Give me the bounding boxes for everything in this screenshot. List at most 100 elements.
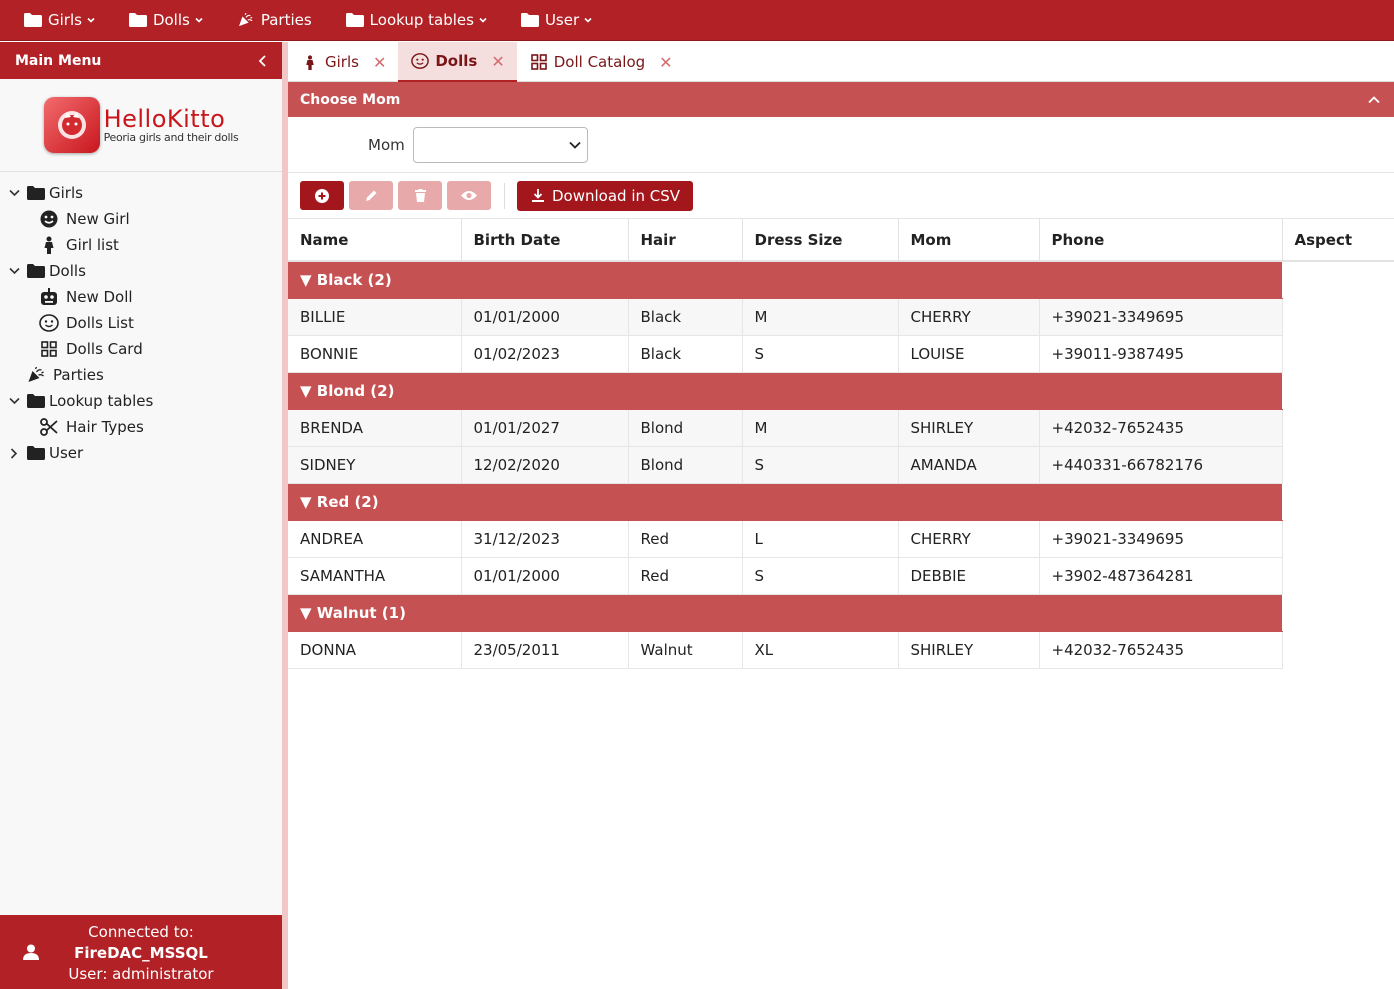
mom-select[interactable] bbox=[412, 126, 588, 163]
close-tab-icon[interactable]: ✕ bbox=[373, 53, 386, 72]
app-logo: HelloKitto Peoria girls and their dolls bbox=[0, 79, 282, 172]
table-row[interactable]: SIDNEY 12/02/2020 Blond S AMANDA +440331… bbox=[288, 446, 1394, 484]
download-csv-label: Download in CSV bbox=[552, 186, 681, 205]
grid-icon bbox=[41, 341, 57, 357]
cell-mom: AMANDA bbox=[898, 446, 1040, 484]
chevron-right-icon[interactable] bbox=[10, 447, 18, 459]
tree-node-lookup-tables[interactable]: Lookup tables bbox=[0, 388, 282, 414]
cell-hair: Walnut bbox=[628, 631, 743, 669]
tree-item-new-doll[interactable]: New Doll bbox=[0, 284, 282, 310]
tree-node-user[interactable]: User bbox=[0, 440, 282, 466]
tree-label-dolls: Dolls bbox=[49, 262, 86, 280]
column-header-name[interactable]: Name bbox=[288, 219, 462, 262]
group-expand-icon[interactable]: ▼ bbox=[300, 271, 317, 289]
tree-item-hair-types[interactable]: Hair Types bbox=[0, 414, 282, 440]
plus-circle-icon bbox=[315, 188, 329, 203]
chevron-down-icon[interactable] bbox=[8, 189, 20, 197]
group-expand-icon[interactable]: ▼ bbox=[300, 382, 317, 400]
table-row[interactable]: ANDREA 31/12/2023 Red L CHERRY +39021-33… bbox=[288, 520, 1394, 558]
tree-item-dolls-list[interactable]: Dolls List bbox=[0, 310, 282, 336]
tree-item-new-girl[interactable]: New Girl bbox=[0, 206, 282, 232]
column-header-birth-date[interactable]: Birth Date bbox=[461, 219, 629, 262]
column-header-mom[interactable]: Mom bbox=[898, 219, 1040, 262]
chevron-up-icon[interactable] bbox=[1368, 95, 1380, 104]
topmenu-user-label: User bbox=[544, 11, 580, 29]
tab-dolls-label: Dolls bbox=[435, 52, 478, 70]
cell-dress-size: M bbox=[742, 298, 899, 336]
cell-hair: Red bbox=[628, 520, 743, 558]
cell-birth-date: 31/12/2023 bbox=[461, 520, 629, 558]
filter-row: Mom bbox=[288, 117, 1394, 173]
connection-name: FireDAC_MSSQL bbox=[74, 944, 208, 962]
table-row[interactable]: DONNA 23/05/2011 Walnut XL SHIRLEY +4203… bbox=[288, 631, 1394, 669]
table-row[interactable]: SAMANTHA 01/01/2000 Red S DEBBIE +3902-4… bbox=[288, 557, 1394, 595]
tree-node-girls[interactable]: Girls bbox=[0, 180, 282, 206]
party-icon bbox=[238, 13, 253, 27]
topmenu-dolls[interactable]: Dolls bbox=[105, 0, 203, 41]
group-row[interactable]: ▼ Walnut (1) bbox=[288, 594, 1394, 632]
cell-dress-size: L bbox=[742, 520, 899, 558]
close-tab-icon[interactable]: ✕ bbox=[491, 52, 504, 71]
column-header-dress-size[interactable]: Dress Size bbox=[742, 219, 899, 262]
group-expand-icon[interactable]: ▼ bbox=[300, 604, 317, 622]
topmenu-lookup-tables[interactable]: Lookup tables bbox=[322, 0, 487, 41]
table-row[interactable]: BRENDA 01/01/2027 Blond M SHIRLEY +42032… bbox=[288, 409, 1394, 447]
topmenu-user[interactable]: User bbox=[497, 0, 592, 41]
grid-toolbar: Download in CSV bbox=[288, 173, 1394, 219]
dolls-grid: Name Birth Date Hair Dress Size Mom Phon… bbox=[288, 219, 1394, 669]
logo-subtitle: Peoria girls and their dolls bbox=[103, 130, 239, 144]
top-menu-bar: Girls Dolls Parties Lookup tables User bbox=[0, 0, 1394, 41]
tree-item-dolls-card[interactable]: Dolls Card bbox=[0, 336, 282, 362]
tab-girls-label: Girls bbox=[325, 53, 359, 71]
group-row[interactable]: ▼ Blond (2) bbox=[288, 372, 1394, 410]
topmenu-girls[interactable]: Girls bbox=[0, 0, 95, 41]
filter-panel-header[interactable]: Choose Mom bbox=[288, 82, 1394, 117]
folder-icon bbox=[520, 13, 539, 27]
group-row[interactable]: ▼ Black (2) bbox=[288, 261, 1394, 299]
download-csv-button[interactable]: Download in CSV bbox=[517, 180, 694, 211]
tree-item-parties[interactable]: Parties bbox=[0, 362, 282, 388]
group-label: Black (2) bbox=[316, 270, 392, 289]
grid-header-row: Name Birth Date Hair Dress Size Mom Phon… bbox=[288, 219, 1394, 262]
cell-dress-size: S bbox=[742, 335, 899, 373]
chevron-down-icon bbox=[195, 17, 203, 23]
folder-icon bbox=[27, 394, 45, 408]
table-row[interactable]: BONNIE 01/02/2023 Black S LOUISE +39011-… bbox=[288, 335, 1394, 373]
chevron-down-icon[interactable] bbox=[8, 397, 20, 405]
tree-label-dolls-card: Dolls Card bbox=[66, 340, 143, 358]
table-row[interactable]: BILLIE 01/01/2000 Black M CHERRY +39021-… bbox=[288, 298, 1394, 336]
tree-label-parties: Parties bbox=[53, 366, 104, 384]
group-label: Red (2) bbox=[316, 492, 379, 511]
group-expand-icon[interactable]: ▼ bbox=[300, 493, 317, 511]
topmenu-parties[interactable]: Parties bbox=[213, 0, 312, 41]
download-icon bbox=[532, 189, 544, 202]
group-row[interactable]: ▼ Red (2) bbox=[288, 483, 1394, 521]
chevron-down-icon bbox=[584, 17, 592, 23]
column-header-phone[interactable]: Phone bbox=[1039, 219, 1283, 262]
cell-mom: DEBBIE bbox=[898, 557, 1040, 595]
tab-girls[interactable]: Girls ✕ bbox=[288, 42, 398, 82]
tab-bar: Girls ✕ Dolls ✕ Doll Catalog ✕ bbox=[288, 42, 1394, 82]
cell-birth-date: 23/05/2011 bbox=[461, 631, 629, 669]
add-button[interactable] bbox=[300, 181, 344, 210]
toolbar-separator bbox=[504, 182, 505, 209]
collapse-sidebar-icon[interactable] bbox=[258, 54, 268, 67]
close-tab-icon[interactable]: ✕ bbox=[659, 53, 672, 72]
cell-phone: +42032-7652435 bbox=[1039, 631, 1283, 669]
tree-item-girl-list[interactable]: Girl list bbox=[0, 232, 282, 258]
topmenu-dolls-label: Dolls bbox=[152, 11, 190, 29]
view-button[interactable] bbox=[447, 181, 491, 210]
chevron-down-icon[interactable] bbox=[8, 267, 20, 275]
tree-node-dolls[interactable]: Dolls bbox=[0, 258, 282, 284]
mom-filter-label: Mom bbox=[368, 135, 405, 154]
column-header-aspect[interactable]: Aspect bbox=[1282, 219, 1394, 262]
edit-button[interactable] bbox=[349, 181, 393, 210]
tab-doll-catalog[interactable]: Doll Catalog ✕ bbox=[517, 42, 685, 82]
topmenu-parties-label: Parties bbox=[260, 11, 312, 29]
delete-button[interactable] bbox=[398, 181, 442, 210]
tab-dolls[interactable]: Dolls ✕ bbox=[398, 42, 517, 82]
cell-name: ANDREA bbox=[288, 520, 462, 558]
cell-name: DONNA bbox=[288, 631, 462, 669]
column-header-hair[interactable]: Hair bbox=[628, 219, 743, 262]
cell-mom: SHIRLEY bbox=[898, 631, 1040, 669]
